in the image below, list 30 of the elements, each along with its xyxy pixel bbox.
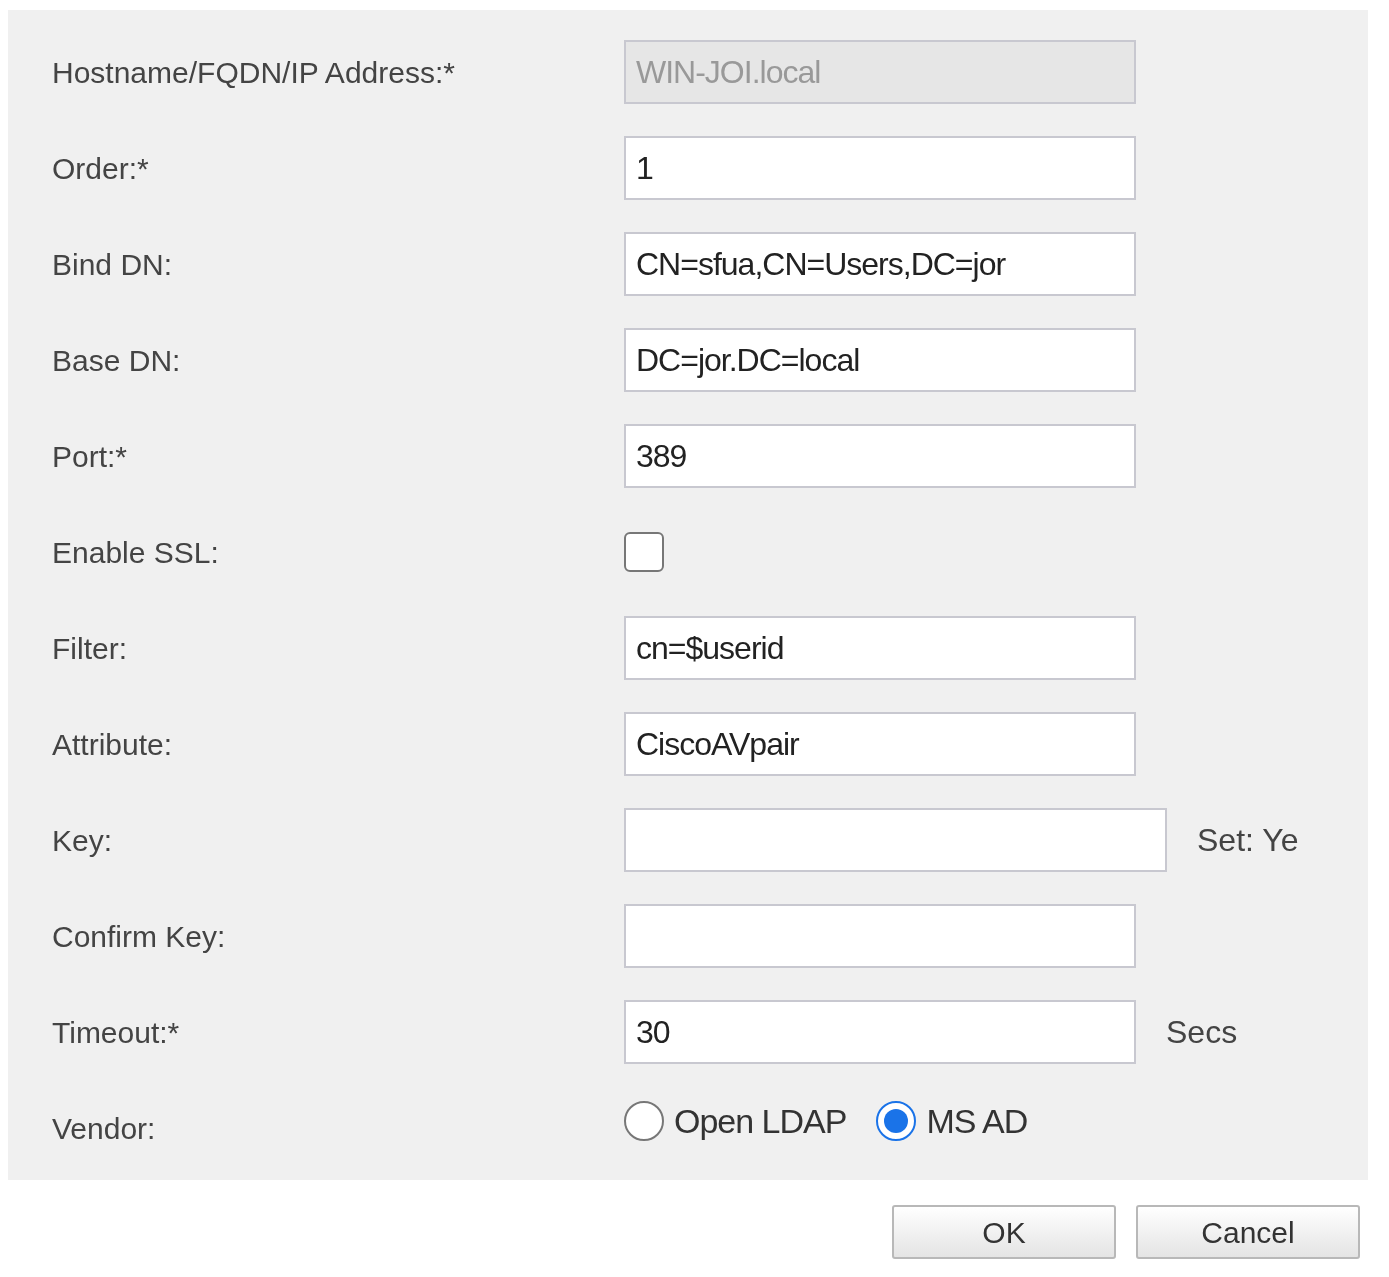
input-field[interactable]: [624, 808, 1167, 872]
radio-button[interactable]: [876, 1101, 917, 1141]
field-label: Order:*: [51, 150, 150, 187]
input-field[interactable]: [624, 904, 1136, 968]
field-label: Base DN:: [51, 342, 182, 379]
input-field[interactable]: cn=$userid: [624, 616, 1136, 680]
field-label: Port:*: [51, 438, 129, 475]
field-label: Filter:: [51, 630, 128, 667]
cancel-button[interactable]: Cancel: [1136, 1205, 1360, 1259]
suffix-text: Set: Ye: [1197, 821, 1299, 860]
input-field[interactable]: DC=jor.DC=local: [624, 328, 1136, 392]
field-label: Hostname/FQDN/IP Address:*: [51, 54, 456, 91]
input-field[interactable]: 30: [624, 1000, 1136, 1064]
suffix-text: Secs: [1166, 1013, 1238, 1052]
field-label: Enable SSL:: [51, 534, 220, 571]
field-label: Vendor:: [51, 1110, 157, 1147]
input-field[interactable]: CN=sfua,CN=Users,DC=jor: [624, 232, 1136, 296]
checkbox[interactable]: [624, 532, 664, 572]
field-label: Attribute:: [51, 726, 174, 763]
radio-label: MS AD: [926, 1100, 1028, 1142]
ok-button[interactable]: OK: [892, 1205, 1116, 1259]
field-label: Bind DN:: [51, 246, 174, 283]
radio-button[interactable]: [624, 1101, 664, 1141]
field-label: Key:: [51, 822, 114, 859]
input-field[interactable]: 1: [624, 136, 1136, 200]
field-label: Timeout:*: [51, 1014, 181, 1051]
input-field[interactable]: CiscoAVpair: [624, 712, 1136, 776]
radio-label: Open LDAP: [674, 1100, 847, 1142]
field-label: Confirm Key:: [51, 918, 227, 955]
input-field[interactable]: 389: [624, 424, 1136, 488]
